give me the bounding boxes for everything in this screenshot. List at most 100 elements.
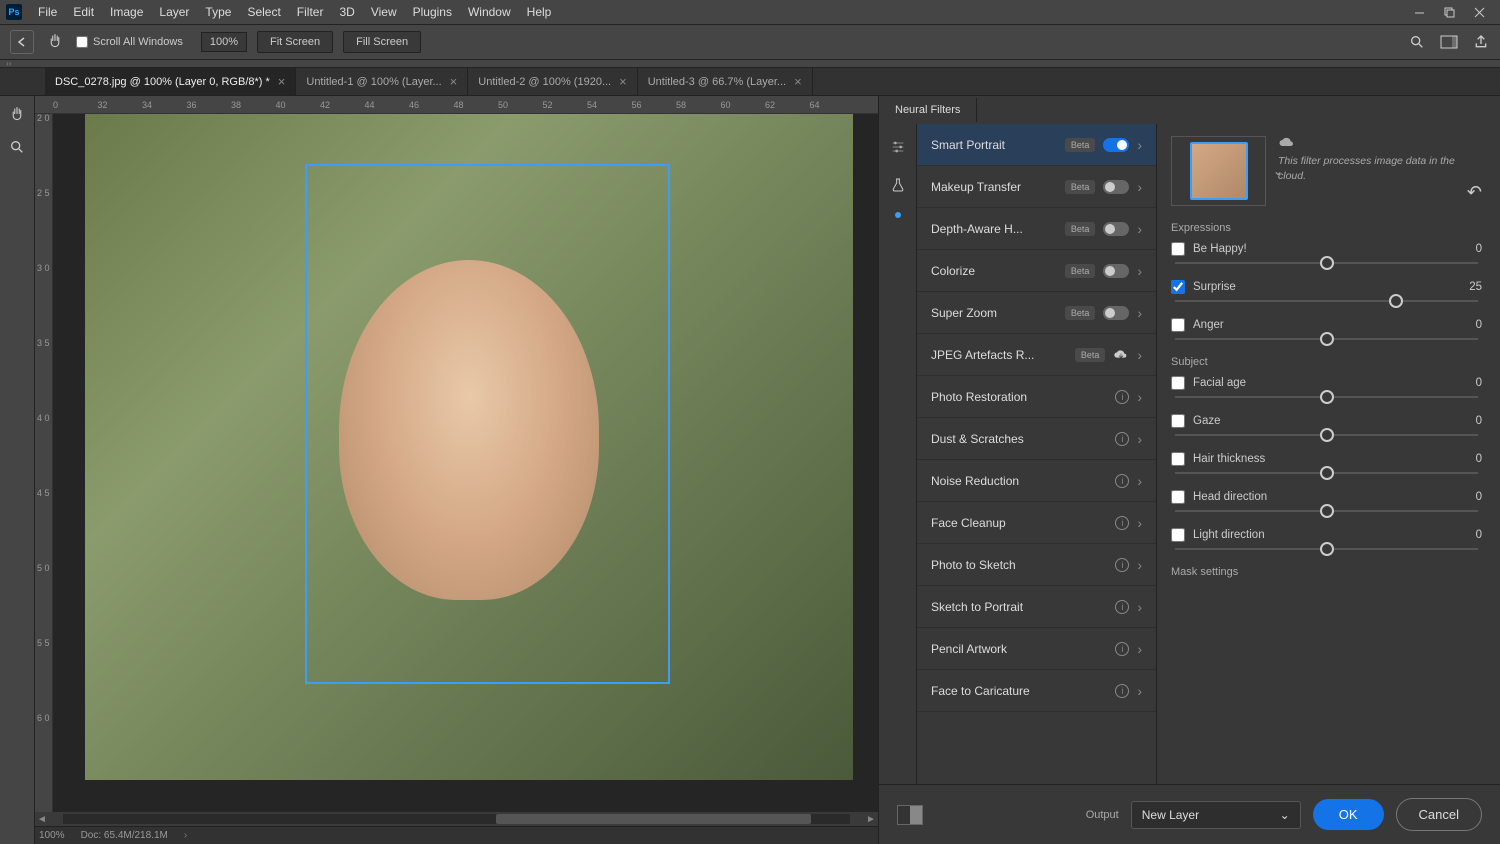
filter-item[interactable]: Pencil Artworki› [917, 628, 1156, 670]
document-tab[interactable]: Untitled-1 @ 100% (Layer...× [296, 68, 468, 95]
slider-thumb[interactable] [1320, 256, 1334, 270]
maximize-button[interactable] [1434, 1, 1464, 23]
collapse-bar[interactable]: ›› [0, 60, 1500, 68]
zoom-tool[interactable] [4, 134, 30, 160]
slider-thumb[interactable] [1320, 466, 1334, 480]
slider-track[interactable] [1175, 548, 1478, 550]
filter-item[interactable]: Photo Restorationi› [917, 376, 1156, 418]
slider-checkbox[interactable] [1171, 318, 1185, 332]
info-icon[interactable]: i [1115, 642, 1129, 656]
filter-item[interactable]: Photo to Sketchi› [917, 544, 1156, 586]
ok-button[interactable]: OK [1313, 799, 1384, 830]
filter-item[interactable]: Face Cleanupi› [917, 502, 1156, 544]
tab-close-icon[interactable]: × [794, 74, 802, 89]
slider-row: Hair thickness0 [1171, 452, 1482, 474]
slider-thumb[interactable] [1389, 294, 1403, 308]
filter-item[interactable]: Makeup TransferBeta› [917, 166, 1156, 208]
slider-thumb[interactable] [1320, 504, 1334, 518]
menu-plugins[interactable]: Plugins [405, 2, 460, 22]
slider-checkbox[interactable] [1171, 376, 1185, 390]
filter-item[interactable]: Smart PortraitBeta› [917, 124, 1156, 166]
slider-thumb[interactable] [1320, 332, 1334, 346]
slider-checkbox[interactable] [1171, 414, 1185, 428]
fill-screen-button[interactable]: Fill Screen [343, 31, 421, 53]
menu-select[interactable]: Select [239, 2, 288, 22]
neural-filters-tab[interactable]: Neural Filters [879, 98, 977, 122]
slider-track[interactable] [1175, 434, 1478, 436]
fit-screen-button[interactable]: Fit Screen [257, 31, 333, 53]
slider-checkbox[interactable] [1171, 452, 1185, 466]
info-icon[interactable]: i [1115, 558, 1129, 572]
adjustments-icon[interactable] [887, 136, 909, 158]
filter-toggle[interactable] [1103, 138, 1129, 152]
filter-toggle[interactable] [1103, 222, 1129, 236]
cancel-button[interactable]: Cancel [1396, 798, 1482, 831]
reset-icon[interactable]: ↶ [1467, 182, 1482, 203]
menu-image[interactable]: Image [102, 2, 151, 22]
beaker-icon[interactable] [887, 174, 909, 196]
filter-item[interactable]: Face to Caricaturei› [917, 670, 1156, 712]
slider-track[interactable] [1175, 262, 1478, 264]
hand-tool[interactable] [4, 102, 30, 128]
search-icon[interactable] [1408, 33, 1426, 51]
document-tab[interactable]: Untitled-3 @ 66.7% (Layer...× [638, 68, 813, 95]
slider-track[interactable] [1175, 472, 1478, 474]
workspace-icon[interactable] [1440, 33, 1458, 51]
info-icon[interactable]: i [1115, 390, 1129, 404]
tab-close-icon[interactable]: × [278, 74, 286, 89]
info-icon[interactable]: i [1115, 432, 1129, 446]
info-icon[interactable]: i [1115, 474, 1129, 488]
canvas[interactable] [53, 114, 878, 812]
slider-checkbox[interactable] [1171, 280, 1185, 294]
status-zoom[interactable]: 100% [39, 830, 65, 841]
chevron-right-icon: › [1137, 221, 1142, 237]
slider-thumb[interactable] [1320, 542, 1334, 556]
filter-item[interactable]: Depth-Aware H...Beta› [917, 208, 1156, 250]
slider-checkbox[interactable] [1171, 490, 1185, 504]
slider-track[interactable] [1175, 396, 1478, 398]
filter-toggle[interactable] [1103, 180, 1129, 194]
slider-track[interactable] [1175, 510, 1478, 512]
tab-close-icon[interactable]: × [619, 74, 627, 89]
info-icon[interactable]: i [1115, 600, 1129, 614]
preview-toggle[interactable] [897, 805, 923, 825]
document-tab[interactable]: Untitled-2 @ 100% (1920...× [468, 68, 637, 95]
tab-close-icon[interactable]: × [450, 74, 458, 89]
slider-thumb[interactable] [1320, 390, 1334, 404]
menu-view[interactable]: View [363, 2, 405, 22]
info-icon[interactable]: i [1115, 684, 1129, 698]
menu-window[interactable]: Window [460, 2, 519, 22]
home-back-button[interactable] [10, 30, 34, 54]
slider-thumb[interactable] [1320, 428, 1334, 442]
share-icon[interactable] [1472, 33, 1490, 51]
horizontal-scrollbar[interactable]: ◄ ► [35, 812, 878, 826]
filter-item[interactable]: Sketch to Portraiti› [917, 586, 1156, 628]
info-icon[interactable]: i [1115, 516, 1129, 530]
slider-track[interactable] [1175, 338, 1478, 340]
menu-type[interactable]: Type [197, 2, 239, 22]
filter-toggle[interactable] [1103, 264, 1129, 278]
menu-file[interactable]: File [30, 2, 65, 22]
menu-edit[interactable]: Edit [65, 2, 102, 22]
scroll-all-windows-checkbox[interactable]: Scroll All Windows [76, 36, 183, 48]
zoom-select[interactable]: 100% [201, 32, 247, 52]
slider-checkbox[interactable] [1171, 528, 1185, 542]
close-button[interactable] [1464, 1, 1494, 23]
filter-item[interactable]: ColorizeBeta› [917, 250, 1156, 292]
output-select[interactable]: New Layer⌄ [1131, 801, 1301, 829]
document-tab[interactable]: DSC_0278.jpg @ 100% (Layer 0, RGB/8*) *× [45, 68, 296, 95]
filter-toggle[interactable] [1103, 306, 1129, 320]
filter-item[interactable]: JPEG Artefacts R...Beta› [917, 334, 1156, 376]
menu-help[interactable]: Help [519, 2, 560, 22]
slider-checkbox[interactable] [1171, 242, 1185, 256]
filter-item[interactable]: Dust & Scratchesi› [917, 418, 1156, 460]
minimize-button[interactable] [1404, 1, 1434, 23]
face-selector[interactable]: ⌄ [1171, 136, 1266, 206]
filter-item[interactable]: Noise Reductioni› [917, 460, 1156, 502]
menu-3d[interactable]: 3D [331, 2, 362, 22]
slider-track[interactable] [1175, 300, 1478, 302]
menu-layer[interactable]: Layer [151, 2, 197, 22]
filter-item[interactable]: Super ZoomBeta› [917, 292, 1156, 334]
menu-filter[interactable]: Filter [289, 2, 332, 22]
cloud-download-icon[interactable] [1113, 349, 1129, 361]
